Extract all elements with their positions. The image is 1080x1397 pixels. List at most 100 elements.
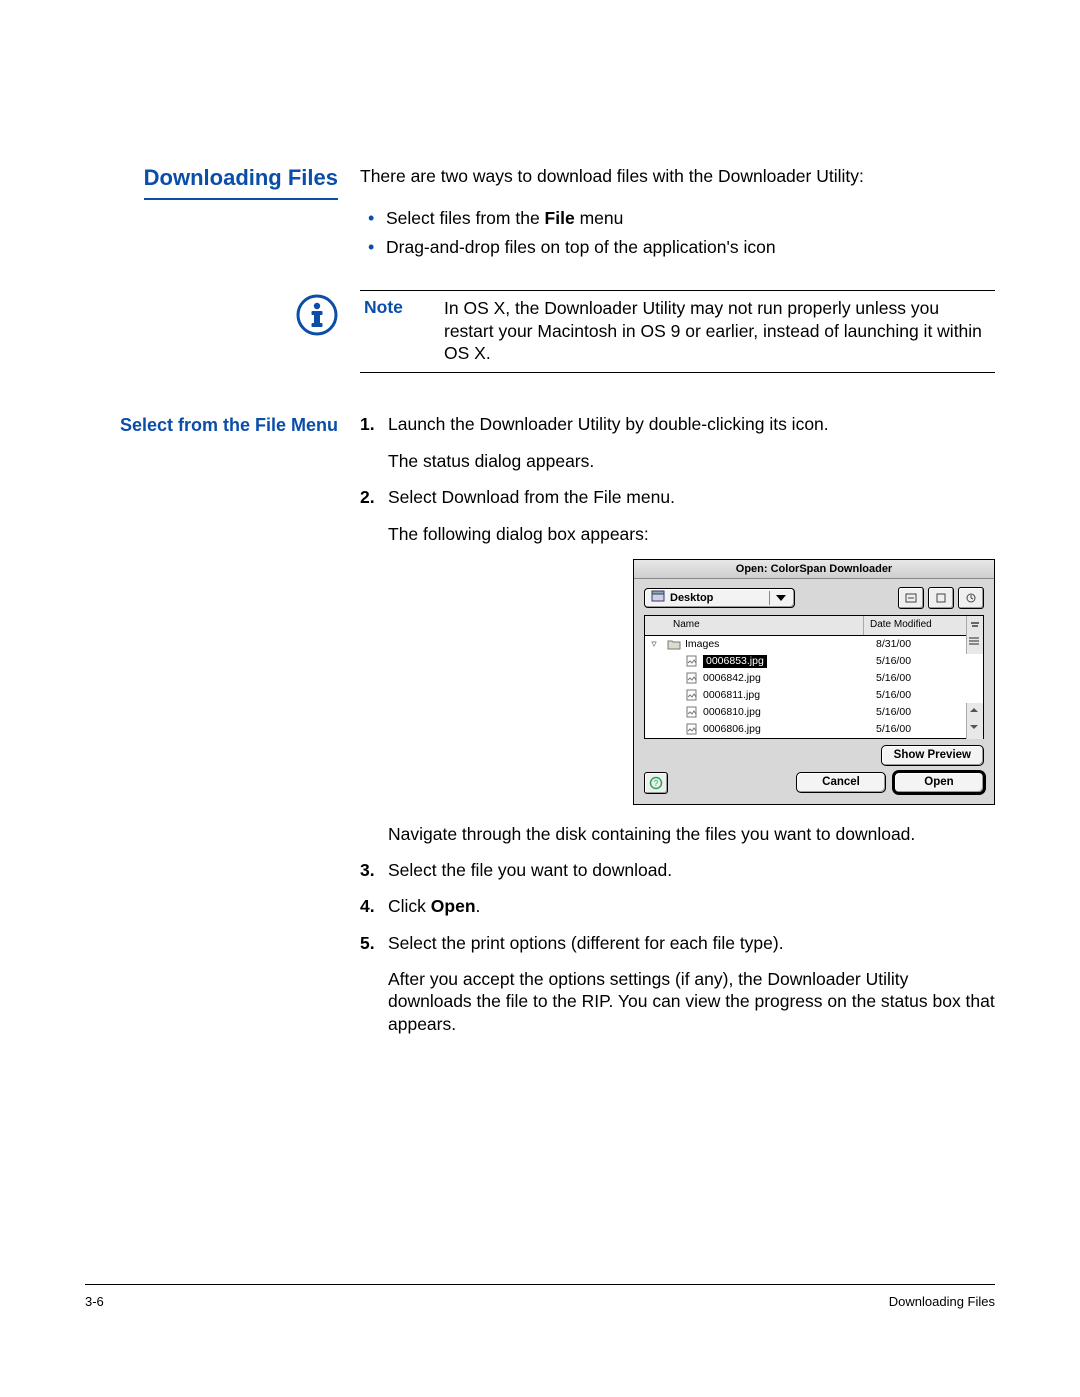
dialog-actions-1: Show Preview [634, 739, 994, 768]
disclosure-triangle-icon[interactable]: ▿ [645, 638, 663, 651]
note-row: Note In OS X, the Downloader Utility may… [110, 290, 995, 373]
subheading-col: Select from the File Menu [110, 413, 360, 436]
file-date: 8/31/00 [870, 638, 966, 651]
step4-post: . [476, 896, 481, 916]
bullet-list: Select files from the File menu Drag-and… [360, 207, 995, 258]
bullet1-post: menu [575, 208, 624, 228]
svg-text:?: ? [654, 779, 659, 788]
file-name-cell: 0006853.jpg [663, 655, 870, 668]
file-name-cell: Images [663, 638, 870, 651]
footer-rule [85, 1284, 995, 1285]
step2-c: Navigate through the disk containing the… [388, 823, 995, 845]
subsection-title: Select from the File Menu [120, 415, 338, 435]
toolbar-icons [898, 587, 984, 609]
step4-num: 4. [360, 895, 388, 917]
info-icon [296, 294, 338, 336]
image-file-icon [685, 672, 699, 684]
file-panel: Name Date Modified ▿Images8/31/000 [644, 615, 984, 739]
step1-body: Launch the Downloader Utility by double-… [388, 413, 995, 472]
bullet1-pre: Select files from the [386, 208, 545, 228]
bullet-2: Drag-and-drop files on top of the applic… [360, 236, 995, 258]
step3-body: Select the file you want to download. [388, 859, 995, 881]
step5-body: Select the print options (different for … [388, 932, 995, 1036]
footer-left: 3-6 [85, 1294, 104, 1309]
shortcuts-icon[interactable] [898, 587, 924, 609]
intro-text: There are two ways to download files wit… [360, 165, 995, 187]
file-name: 0006810.jpg [703, 706, 761, 719]
file-row[interactable]: 0006842.jpg 5/16/00 [645, 670, 983, 687]
show-preview-button[interactable]: Show Preview [881, 745, 984, 766]
note-text: In OS X, the Downloader Utility may not … [444, 297, 991, 364]
image-file-icon [685, 655, 699, 667]
desktop-icon [651, 590, 665, 606]
chevron-down-icon [776, 595, 786, 601]
image-file-icon [685, 689, 699, 701]
file-name: Images [685, 638, 719, 651]
open-button[interactable]: Open [894, 772, 984, 793]
step2-num: 2. [360, 486, 388, 845]
file-name: 0006842.jpg [703, 672, 761, 685]
step-2: 2. Select Download from the File menu. T… [360, 486, 995, 845]
location-popup[interactable]: Desktop [644, 588, 795, 608]
footer-right: Downloading Files [889, 1294, 995, 1309]
favorites-icon[interactable] [928, 587, 954, 609]
step-4: 4. Click Open. [360, 895, 995, 917]
cancel-button[interactable]: Cancel [796, 772, 886, 793]
file-list[interactable]: ▿Images8/31/000006853.jpg5/16/000006842.… [645, 636, 983, 738]
step5-a: Select the print options (different for … [388, 932, 995, 954]
file-name: 0006853.jpg [703, 655, 767, 668]
step5-b: After you accept the options settings (i… [388, 968, 995, 1035]
bullet1-bold: File [545, 208, 575, 228]
step4-a: Click Open. [388, 895, 995, 917]
folder-icon [667, 638, 681, 650]
file-date: 5/16/00 [870, 689, 966, 702]
step-3: 3. Select the file you want to download. [360, 859, 995, 881]
step5-num: 5. [360, 932, 388, 1036]
step2-b: The following dialog box appears: [388, 523, 995, 545]
step2-body: Select Download from the File menu. The … [388, 486, 995, 845]
recent-icon[interactable] [958, 587, 984, 609]
step-1: 1. Launch the Downloader Utility by doub… [360, 413, 995, 472]
steps-col: 1. Launch the Downloader Utility by doub… [360, 413, 995, 1049]
dialog-wrap: Open: ColorSpan Downloader Desktop [388, 559, 995, 805]
file-row[interactable]: 0006811.jpg5/16/00 [645, 687, 983, 704]
page: Downloading Files There are two ways to … [0, 0, 1080, 1397]
scrollbar[interactable] [966, 635, 983, 653]
file-name-cell: 0006811.jpg [663, 689, 870, 702]
heading-row: Downloading Files There are two ways to … [110, 165, 995, 286]
note-label: Note [364, 297, 444, 364]
note-body: Note In OS X, the Downloader Utility may… [360, 290, 995, 373]
sort-direction[interactable] [966, 616, 983, 635]
step3-a: Select the file you want to download. [388, 859, 995, 881]
file-row[interactable]: 0006806.jpg5/16/00 [645, 721, 983, 738]
step-5: 5. Select the print options (different f… [360, 932, 995, 1036]
file-date: 5/16/00 [870, 672, 966, 685]
subsection-row: Select from the File Menu 1. Launch the … [110, 413, 995, 1049]
steps: 1. Launch the Downloader Utility by doub… [360, 413, 995, 1035]
section-title: Downloading Files [144, 165, 338, 200]
col-name[interactable]: Name [645, 616, 863, 635]
step1-b: The status dialog appears. [388, 450, 995, 472]
file-name-cell: 0006842.jpg [663, 672, 870, 685]
dialog-toolbar: Desktop [634, 579, 994, 615]
file-row[interactable]: 0006853.jpg 5/16/00 [645, 653, 983, 670]
file-date: 5/16/00 [870, 655, 966, 668]
scrollbar[interactable] [966, 720, 983, 738]
col-date[interactable]: Date Modified [863, 616, 966, 635]
open-dialog: Open: ColorSpan Downloader Desktop [633, 559, 995, 805]
file-header: Name Date Modified [645, 616, 983, 636]
step1-a: Launch the Downloader Utility by double-… [388, 413, 995, 435]
scrollbar[interactable] [966, 703, 983, 721]
step3-num: 3. [360, 859, 388, 881]
file-row[interactable]: ▿ Images 8/31/00 [645, 636, 983, 653]
bullet-1: Select files from the File menu [360, 207, 995, 229]
image-file-icon [685, 723, 699, 735]
image-file-icon [685, 706, 699, 718]
footer: 3-6 Downloading Files [85, 1294, 995, 1309]
dialog-actions-2: ? Cancel Open [634, 768, 994, 804]
info-icon-wrap [110, 290, 360, 341]
step4-bold: Open [431, 896, 476, 916]
step2-a: Select Download from the File menu. [388, 486, 995, 508]
help-icon[interactable]: ? [644, 772, 668, 794]
file-row[interactable]: 0006810.jpg5/16/00 [645, 704, 983, 721]
